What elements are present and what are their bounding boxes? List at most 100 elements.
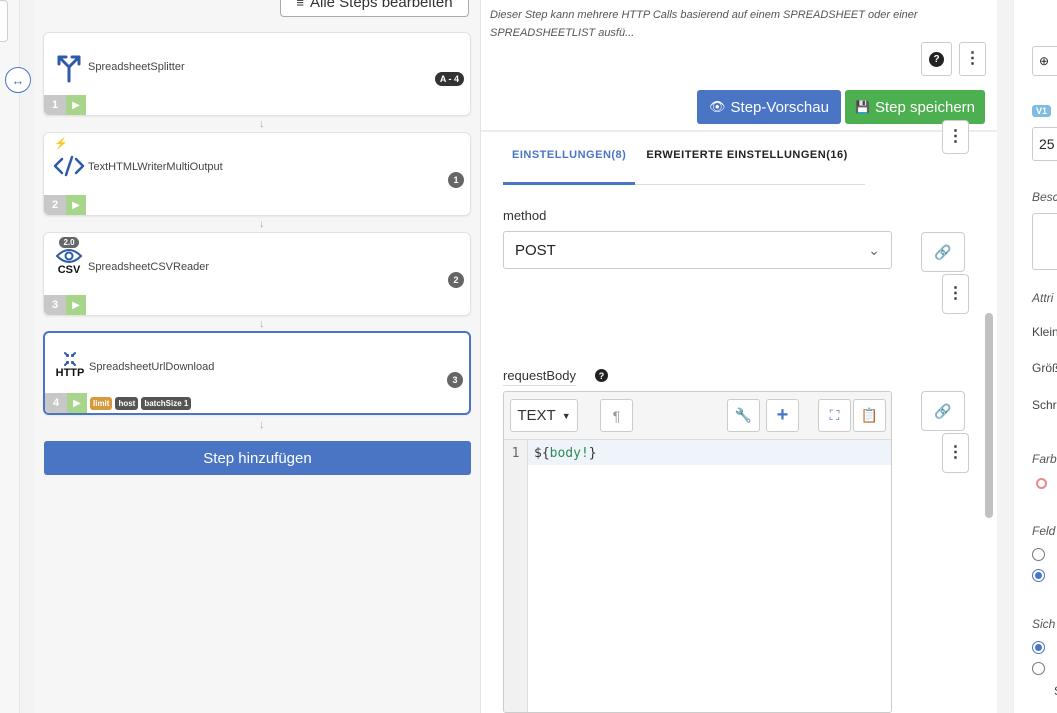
step-number: 2 bbox=[44, 195, 66, 215]
code-toolbar: TEXT ▼ ¶ 🔧 + ⛶ 📋 bbox=[504, 392, 891, 440]
clipboard-icon[interactable]: 📋 bbox=[853, 399, 886, 432]
link-icon: 🔗 bbox=[934, 402, 952, 419]
add-step-button[interactable]: Step hinzufügen bbox=[44, 441, 471, 475]
method-menu-button[interactable]: ⋮ bbox=[942, 274, 969, 314]
code-line[interactable]: ${body!} bbox=[528, 440, 891, 465]
save-step-button[interactable]: 💾 Step speichern bbox=[845, 90, 985, 124]
step-editor: Dieser Step kann mehrere HTTP Calls basi… bbox=[481, 0, 997, 713]
request-body-link-button[interactable]: 🔗 bbox=[921, 391, 965, 431]
header-divider bbox=[481, 130, 997, 132]
tag-host: host bbox=[115, 396, 139, 410]
tag-limit: limit bbox=[90, 396, 113, 410]
description-textarea[interactable] bbox=[1032, 213, 1057, 270]
request-body-label: requestBody bbox=[503, 368, 576, 386]
step-preview-button[interactable]: 👁 Step-Vorschau bbox=[697, 90, 841, 124]
step-badge: A - 4 bbox=[434, 72, 464, 86]
tab-einstellungen[interactable]: EINSTELLUNGEN(8) bbox=[503, 140, 636, 185]
list-icon: ≡ bbox=[296, 0, 304, 10]
kebab-icon: ⋮ bbox=[947, 285, 964, 302]
arrow-down-icon: ↓ bbox=[259, 318, 265, 330]
scrollbar[interactable] bbox=[985, 313, 993, 518]
description-label: Besc bbox=[1032, 190, 1057, 204]
tag-batchsize: batchSize 1 bbox=[141, 396, 192, 410]
add-button[interactable]: ⊕ bbox=[1032, 46, 1057, 76]
radio-option[interactable] bbox=[1032, 662, 1045, 675]
play-icon[interactable]: ▶ bbox=[66, 195, 86, 215]
resize-handle-icon[interactable]: ↔ bbox=[5, 67, 31, 93]
step-badge: 1 bbox=[448, 172, 464, 188]
step-name: SpreadsheetUrlDownload bbox=[89, 361, 215, 373]
kebab-icon: ⋮ bbox=[947, 444, 964, 461]
split-icon bbox=[50, 51, 88, 83]
edit-all-steps-button[interactable]: ≡ Alle Steps bearbeiten bbox=[280, 0, 469, 17]
step-card-1[interactable]: SpreadsheetSplitter A - 4 1 ▶ bbox=[43, 32, 471, 116]
code-editor[interactable]: TEXT ▼ ¶ 🔧 + ⛶ 📋 1 ${body!} bbox=[503, 391, 892, 713]
radio-option[interactable] bbox=[1032, 569, 1045, 582]
font-label: Schr bbox=[1032, 398, 1057, 412]
version-badge: 2.0 bbox=[59, 237, 79, 248]
wrench-icon[interactable]: 🔧 bbox=[727, 399, 760, 432]
plus-circle-icon: ⊕ bbox=[1039, 54, 1050, 68]
step-badge: 3 bbox=[447, 372, 463, 388]
settings-tabs: EINSTELLUNGEN(8) ERWEITERTE EINSTELLUNGE… bbox=[503, 140, 865, 185]
step-description: Dieser Step kann mehrere HTTP Calls basi… bbox=[490, 9, 918, 39]
play-icon[interactable]: ▶ bbox=[66, 95, 86, 115]
step-name: SpreadsheetSplitter bbox=[88, 61, 185, 73]
size-label: Größ bbox=[1032, 361, 1057, 375]
eye-icon: 👁 bbox=[709, 99, 726, 114]
step-name: SpreadsheetCSVReader bbox=[88, 261, 210, 273]
collapsed-panel-tab[interactable] bbox=[0, 0, 8, 42]
save-icon: 💾 bbox=[854, 100, 870, 114]
right-panel: ⊕ V1 25 Besc Attri Klein Größ Schr Farb … bbox=[1013, 0, 1057, 713]
section-menu-button[interactable]: ⋮ bbox=[942, 120, 969, 154]
step-number: 4 bbox=[45, 393, 67, 413]
play-icon[interactable]: ▶ bbox=[67, 393, 87, 413]
version-badge: V1 bbox=[1032, 105, 1052, 117]
step-badge: 2 bbox=[448, 272, 464, 288]
kebab-icon: ⋮ bbox=[947, 128, 964, 145]
help-icon: ? bbox=[929, 51, 944, 67]
step-name: TextHTMLWriterMultiOutput bbox=[88, 161, 223, 173]
step-number: 3 bbox=[44, 295, 66, 315]
step-card-2[interactable]: ⚡ TextHTMLWriterMultiOutput 1 2 ▶ bbox=[43, 132, 471, 216]
tab-erweiterte-einstellungen[interactable]: ERWEITERTE EINSTELLUNGEN(16) bbox=[637, 140, 856, 184]
small-label: Klein bbox=[1032, 325, 1057, 339]
chevron-down-icon: ⌄ bbox=[868, 241, 880, 258]
step-number: 1 bbox=[44, 95, 66, 115]
step-card-4[interactable]: HTTP SpreadsheetUrlDownload 3 4 ▶ limit … bbox=[43, 331, 471, 415]
request-body-menu-button[interactable]: ⋮ bbox=[942, 433, 969, 473]
arrow-down-icon: ↓ bbox=[259, 419, 265, 431]
value-input[interactable]: 25 bbox=[1032, 127, 1057, 161]
mode-select[interactable]: TEXT ▼ bbox=[510, 399, 578, 432]
pilcrow-icon[interactable]: ¶ bbox=[600, 399, 633, 432]
play-icon[interactable]: ▶ bbox=[66, 295, 86, 315]
link-button[interactable]: 🔗 bbox=[921, 232, 965, 272]
kebab-icon: ⋮ bbox=[964, 50, 981, 67]
code-icon bbox=[50, 155, 88, 177]
field-label: Feld bbox=[1032, 524, 1056, 538]
eye-icon: 2.0 CSV bbox=[55, 237, 83, 276]
color-swatch[interactable] bbox=[1036, 478, 1047, 489]
arrow-down-icon: ↓ bbox=[259, 118, 265, 130]
visibility-label: Sich bbox=[1032, 617, 1056, 631]
help-button[interactable]: ? bbox=[921, 42, 952, 76]
left-gutter bbox=[0, 0, 20, 713]
plug-icon: ⚡ bbox=[54, 138, 68, 150]
radio-option[interactable] bbox=[1032, 641, 1045, 654]
http-icon: HTTP bbox=[51, 351, 89, 379]
method-label: method bbox=[503, 208, 547, 223]
plus-icon[interactable]: + bbox=[766, 399, 799, 432]
attributes-label: Attri bbox=[1032, 291, 1054, 305]
radio-option[interactable] bbox=[1032, 548, 1045, 561]
fullscreen-icon[interactable]: ⛶ bbox=[818, 399, 851, 432]
color-label: Farb bbox=[1032, 452, 1057, 466]
line-numbers: 1 bbox=[504, 440, 528, 712]
link-icon: 🔗 bbox=[934, 243, 952, 260]
caret-down-icon: ▼ bbox=[561, 410, 571, 421]
more-options-button[interactable]: ⋮ bbox=[959, 42, 986, 76]
method-select[interactable]: POST ⌄ bbox=[503, 231, 892, 269]
arrow-down-icon: ↓ bbox=[259, 218, 265, 230]
step-card-3[interactable]: 2.0 CSV SpreadsheetCSVReader 2 3 ▶ bbox=[43, 232, 471, 316]
steps-panel: ≡ Alle Steps bearbeiten SpreadsheetSplit… bbox=[35, 0, 481, 713]
request-body-help-icon[interactable]: ? bbox=[595, 369, 608, 382]
